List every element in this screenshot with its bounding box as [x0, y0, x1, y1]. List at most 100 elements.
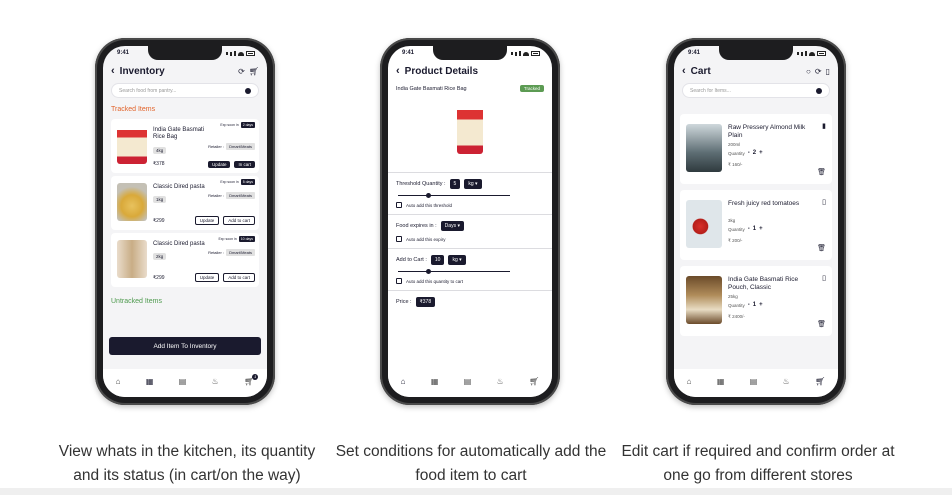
grid-icon[interactable]: ▦	[431, 377, 439, 386]
cart-icon[interactable]: 🛒︎	[815, 377, 825, 386]
chevron-down-icon: ▾	[474, 181, 478, 187]
caption-inventory: View whats in the kitchen, its quantity …	[58, 443, 316, 484]
divider	[388, 248, 552, 249]
plus-button[interactable]: +	[759, 150, 763, 156]
cart-header-icon[interactable]: 🛒︎	[249, 67, 259, 76]
checkbox-icon[interactable]	[396, 202, 402, 208]
price-value: ₹378	[415, 297, 436, 307]
refresh-icon[interactable]: ⟳	[238, 67, 245, 76]
back-icon[interactable]: ‹	[682, 65, 686, 77]
cart-item[interactable]: Raw Pressery Almond Milk Plain 200ml Qua…	[680, 114, 832, 184]
refresh-icon[interactable]: ⟳	[815, 67, 822, 76]
page-title: Cart	[690, 65, 711, 77]
grid-icon[interactable]: ▦	[146, 377, 154, 386]
slider-knob[interactable]	[426, 193, 431, 198]
threshold-unit-select[interactable]: kg ▾	[464, 179, 482, 189]
chef-icon[interactable]: ♨	[497, 377, 504, 386]
chef-icon[interactable]: ♨	[212, 377, 219, 386]
quantity-stepper[interactable]: Quantity -2 +	[728, 150, 763, 156]
item-name: Classic Dired pasta	[153, 184, 205, 190]
milk-image	[686, 124, 722, 172]
home-icon[interactable]: ⌂	[401, 377, 406, 386]
list-icon[interactable]: ▤	[750, 377, 758, 386]
cart-item[interactable]: India Gate Basmati Rice Pouch, Classic 2…	[680, 266, 832, 336]
slider-knob[interactable]	[426, 269, 431, 274]
item-name: Raw Pressery Almond Milk Plain	[728, 124, 806, 139]
status-time: 9:41	[117, 50, 130, 56]
add-to-cart-button[interactable]: Add to cart	[223, 273, 255, 282]
cart-icon[interactable]: 🛒︎ 1	[244, 374, 259, 386]
pasta-jar-image	[117, 240, 147, 278]
add-item-button[interactable]: Add Item To Inventory	[109, 337, 261, 355]
minus-button[interactable]: -	[748, 302, 750, 308]
in-cart-button[interactable]: In cart	[234, 161, 255, 168]
trash-icon[interactable]: 🗑︎	[817, 244, 826, 252]
trash-icon[interactable]: 🗑︎	[817, 168, 826, 176]
search-icon[interactable]: ○	[806, 67, 811, 76]
quantity-stepper[interactable]: Quantity -1 +	[728, 226, 763, 232]
add-cart-value[interactable]: 10	[430, 255, 445, 265]
plus-button[interactable]: +	[759, 302, 763, 308]
item-price: ₹ 200/-	[728, 238, 743, 243]
update-button[interactable]: Update	[194, 216, 220, 225]
add-cart-slider[interactable]	[398, 268, 510, 276]
expiry-label: Exp soon in	[220, 180, 239, 184]
product-header: India Gate Basmati Rice Bag Tracked	[388, 80, 552, 92]
cart-item[interactable]: Fresh juicy red tomatoes 3kg Quantity -1 +…	[680, 190, 832, 260]
checkbox-icon[interactable]	[396, 278, 402, 284]
back-icon[interactable]: ‹	[396, 65, 400, 77]
home-icon[interactable]: ⌂	[687, 377, 692, 386]
cart-icon[interactable]: 🛒︎	[529, 377, 539, 386]
threshold-field: Threshold Quantity : 5 kg ▾	[388, 179, 552, 189]
checkbox-label: Auto add this expiry	[406, 236, 446, 242]
auto-threshold-checkbox[interactable]: Auto add this threshold	[388, 200, 552, 208]
cart-screen: 9:41 ‹ Cart ○ ⟳ ▯ Search for Items... Ra…	[674, 46, 838, 397]
bookmark-icon[interactable]: ▮	[822, 122, 826, 130]
threshold-value[interactable]: 5	[449, 179, 461, 189]
update-button[interactable]: Update	[207, 161, 231, 168]
chevron-down-icon: ▾	[459, 257, 462, 263]
search-input[interactable]: Search food from pantry...	[111, 83, 259, 98]
tab-bar: ⌂ ▦ ▤ ♨ 🛒︎ 1	[103, 369, 267, 397]
add-cart-unit-select[interactable]: kg ▾	[448, 255, 466, 265]
list-icon[interactable]: ▤	[464, 377, 472, 386]
threshold-label: Threshold Quantity :	[396, 181, 446, 187]
divider	[388, 290, 552, 291]
minus-button[interactable]: -	[748, 226, 750, 232]
inventory-item[interactable]: India Gate Basmati Rice Bag 4kg ₹378 Exp…	[111, 119, 259, 173]
chef-icon[interactable]: ♨	[783, 377, 790, 386]
add-to-cart-button[interactable]: Add to cart	[223, 216, 255, 225]
bookmark-icon[interactable]: ▯	[826, 67, 830, 76]
expiry-label: Exp soon in	[218, 237, 237, 241]
bookmark-icon[interactable]: ▯	[822, 274, 826, 282]
checkbox-icon[interactable]	[396, 236, 402, 242]
auto-qty-checkbox[interactable]: Auto add this quantity to cart	[388, 276, 552, 284]
trash-icon[interactable]: 🗑︎	[817, 320, 826, 328]
auto-expiry-checkbox[interactable]: Auto add this expiry	[388, 231, 552, 242]
divider	[388, 172, 552, 173]
inventory-item[interactable]: Classic Dired pasta 1kg ₹299 Exp soon in…	[111, 176, 259, 230]
search-input[interactable]: Search for Items...	[682, 83, 830, 98]
qty-value: 2	[752, 150, 757, 156]
item-size: 3kg	[728, 218, 736, 223]
phone-cart: 9:41 ‹ Cart ○ ⟳ ▯ Search for Items... Ra…	[666, 38, 846, 405]
signal-icon	[511, 51, 540, 56]
threshold-slider[interactable]	[398, 192, 510, 200]
grid-icon[interactable]: ▦	[717, 377, 725, 386]
expiry-unit-select[interactable]: Days ▾	[440, 221, 464, 231]
list-icon[interactable]: ▤	[179, 377, 187, 386]
item-price: ₹378	[153, 161, 165, 167]
showcase: 9:41 ‹ Inventory ⟳ 🛒︎ Search food from p…	[0, 0, 952, 495]
bookmark-icon[interactable]: ▯	[822, 198, 826, 206]
back-icon[interactable]: ‹	[111, 65, 115, 77]
home-icon[interactable]: ⌂	[116, 377, 121, 386]
notch	[433, 46, 507, 60]
inventory-item[interactable]: Classic Dired pasta 2kg ₹299 Exp soon in…	[111, 233, 259, 287]
search-icon[interactable]	[816, 87, 822, 94]
search-icon[interactable]	[245, 87, 251, 94]
update-button[interactable]: Update	[194, 273, 220, 282]
quantity-stepper[interactable]: Quantity -1 +	[728, 302, 763, 308]
minus-button[interactable]: -	[748, 150, 750, 156]
plus-button[interactable]: +	[759, 226, 763, 232]
qty-value: 1	[752, 302, 757, 308]
